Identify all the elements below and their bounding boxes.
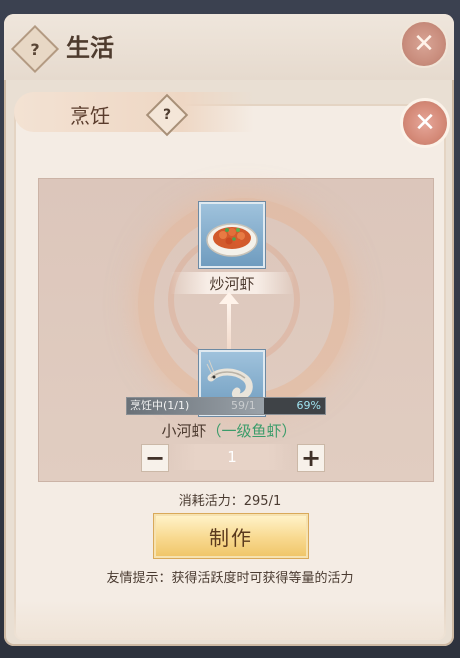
friendly-tip: 友情提示：获得活跃度时可获得等量的活力	[106, 571, 354, 586]
stir-fried-shrimp-icon	[206, 223, 258, 257]
help-icon: ?	[162, 107, 172, 123]
life-close-button[interactable]: ✕	[400, 20, 448, 68]
make-button[interactable]: 制作	[154, 514, 308, 558]
stamina-cost: 消耗活力：295/1	[178, 494, 282, 509]
life-window-title: 生活	[66, 33, 114, 62]
product-name: 炒河虾	[209, 275, 255, 293]
quantity-value[interactable]: 1	[172, 444, 292, 470]
help-icon: ?	[30, 39, 40, 59]
progress-status: 烹饪中(1/1)	[130, 399, 190, 412]
progress-percent: 69%	[296, 399, 321, 412]
product-slot[interactable]	[199, 202, 265, 268]
craft-arrow-line	[227, 300, 231, 352]
cooking-progress-bar: 烹饪中(1/1) 59/1 69%	[126, 397, 326, 415]
cooking-close-button[interactable]: ✕	[400, 98, 450, 148]
ingredient-tier: （一级鱼虾）	[206, 422, 297, 440]
progress-count: 59/1	[231, 399, 256, 412]
quantity-decrease-button[interactable]: −	[141, 444, 169, 472]
quantity-increase-button[interactable]: +	[297, 444, 325, 472]
craft-arrow-icon	[219, 292, 239, 304]
cooking-panel-title: 烹饪	[70, 104, 110, 128]
ingredient-name: 小河虾	[161, 422, 207, 440]
cooking-title-ribbon	[14, 92, 254, 132]
ingredient-name-line: 小河虾（一级鱼虾）	[124, 420, 334, 441]
bottom-wave-decoration	[14, 600, 446, 640]
